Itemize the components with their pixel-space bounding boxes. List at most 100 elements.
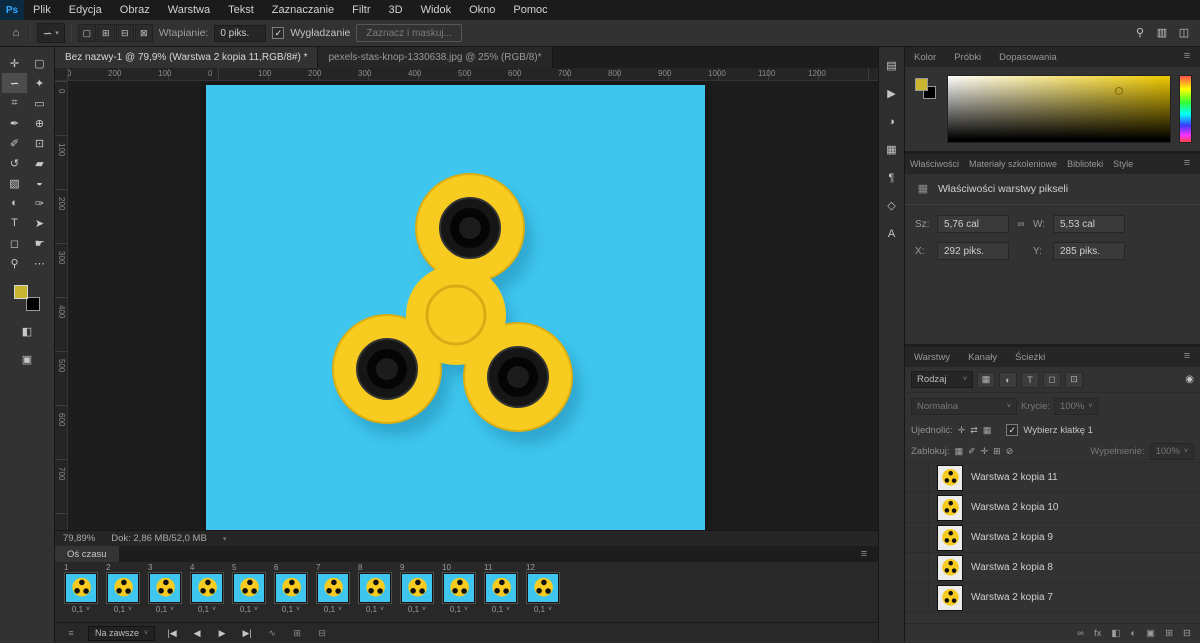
layer-effects-icon[interactable]: fx [1094, 628, 1101, 639]
blend-mode-select[interactable]: Normalna ˅ [911, 398, 1017, 415]
menu-item[interactable]: 3D [380, 0, 412, 20]
timeline-frame[interactable]: 10 0,1 ˅ [439, 563, 479, 622]
status-caret-icon[interactable]: ▾ [223, 535, 227, 543]
histogram-icon[interactable]: ▦ [884, 143, 900, 157]
menu-item[interactable]: Plik [24, 0, 60, 20]
actions-play-icon[interactable]: ▶ [884, 87, 900, 101]
layer-row[interactable]: Warstwa 2 kopia 11 [905, 463, 1200, 493]
menu-item[interactable]: Tekst [219, 0, 263, 20]
delete-frame-button[interactable]: ⊟ [314, 626, 330, 641]
history-brush-tool[interactable]: ↺ [2, 153, 27, 173]
layer-mask-icon[interactable]: ◧ [1111, 628, 1120, 639]
search-icon[interactable]: ⚲ [1132, 24, 1148, 42]
frame-duration-selector[interactable]: 0,1 ˅ [114, 603, 132, 616]
color-picker-marker[interactable] [1115, 87, 1123, 95]
crop-tool[interactable]: ⌗ [2, 93, 27, 113]
quick-selection-tool[interactable]: ✦ [27, 73, 52, 93]
frame-duration-selector[interactable]: 0,1 ˅ [366, 603, 384, 616]
menu-item[interactable]: Pomoc [504, 0, 556, 20]
layer-thumbnail[interactable] [937, 525, 963, 551]
adjustments-icon[interactable]: ◑ [884, 115, 900, 129]
frame-duration-selector[interactable]: 0,1 ˅ [72, 603, 90, 616]
menu-item[interactable]: Edycja [60, 0, 111, 20]
eraser-tool[interactable]: ▰ [27, 153, 52, 173]
frame-thumbnail[interactable] [527, 573, 559, 603]
document-image[interactable] [206, 85, 705, 530]
antialias-checkbox[interactable]: ✓ [272, 27, 284, 39]
saturation-brightness-field[interactable] [947, 75, 1171, 143]
new-selection-icon[interactable]: ▢ [78, 24, 96, 42]
zoom-tool[interactable]: ⚲ [2, 253, 27, 273]
marquee-tool[interactable]: ▢ [27, 53, 52, 73]
timeline-frame[interactable]: 11 0,1 ˅ [481, 563, 521, 622]
frame-thumbnail[interactable] [233, 573, 265, 603]
canvas-area[interactable]: 3002001000100200300400500600700800900100… [55, 68, 878, 530]
layer-group-icon[interactable]: ▣ [1146, 628, 1155, 639]
healing-brush-tool[interactable]: ⊕ [27, 113, 52, 133]
document-tab[interactable]: pexels-stas-knop-1330638.jpg @ 25% (RGB/… [318, 47, 552, 68]
height-field[interactable]: 5,53 cal [1053, 215, 1125, 233]
frame-duration-selector[interactable]: 0,1 ˅ [282, 603, 300, 616]
opacity-field[interactable]: 100% ˅ [1054, 398, 1098, 415]
filter-toggle-icon[interactable]: ◉ [1185, 374, 1194, 385]
move-tool[interactable]: ✛ [2, 53, 27, 73]
layout-icon[interactable]: ▥ [1154, 24, 1170, 42]
hand-tool[interactable]: ☛ [27, 233, 52, 253]
timeline-frame[interactable]: 6 0,1 ˅ [271, 563, 311, 622]
eyedropper-tool[interactable]: ✒ [2, 113, 27, 133]
new-layer-icon[interactable]: ⊞ [1165, 628, 1173, 639]
dodge-tool[interactable]: ◐ [2, 193, 27, 213]
timeline-frame[interactable]: 12 0,1 ˅ [523, 563, 563, 622]
filter-kind-select[interactable]: Rodzaj ˅ [911, 371, 973, 388]
layer-visibility-toggle[interactable] [905, 523, 929, 552]
frame-duration-selector[interactable]: 0,1 ˅ [156, 603, 174, 616]
home-icon[interactable]: ⌂ [8, 24, 24, 42]
panel-tab[interactable]: Próbki [945, 47, 990, 67]
frame-tool[interactable]: ▭ [27, 93, 52, 113]
frame-duration-selector[interactable]: 0,1 ˅ [450, 603, 468, 616]
frame-duration-selector[interactable]: 0,1 ˅ [492, 603, 510, 616]
select-and-mask-button[interactable]: Zaznacz i maskuj... [356, 24, 462, 42]
filter-shape-layers-icon[interactable]: ◻ [1043, 372, 1061, 388]
timeline-options-icon[interactable]: ≡ [63, 626, 79, 641]
timeline-tab[interactable]: Oś czasu [55, 546, 119, 562]
foreground-color-swatch[interactable] [14, 285, 28, 299]
blur-tool[interactable]: ◒ [27, 173, 52, 193]
tween-button[interactable]: ∿ [264, 626, 280, 641]
timeline-frame[interactable]: 9 0,1 ˅ [397, 563, 437, 622]
previous-frame-button[interactable]: ◀ [189, 626, 205, 641]
more-tools-button[interactable]: ⋯ [27, 253, 52, 273]
frame-duration-selector[interactable]: 0,1 ˅ [240, 603, 258, 616]
width-field[interactable]: 5,76 cal [937, 215, 1009, 233]
background-color-swatch[interactable] [26, 297, 40, 311]
lasso-tool[interactable]: ∽ [2, 73, 27, 93]
timeline-frame[interactable]: 1 0,1 ˅ [61, 563, 101, 622]
next-frame-button[interactable]: ▶| [239, 626, 255, 641]
layer-thumbnail[interactable] [937, 555, 963, 581]
screen-mode-button[interactable]: ▣ [15, 349, 40, 369]
character-panel-icon[interactable]: A [884, 227, 900, 241]
layer-visibility-toggle[interactable] [905, 553, 929, 582]
menu-item[interactable]: Filtr [343, 0, 379, 20]
propagate-frame-checkbox[interactable]: ✓ [1006, 424, 1018, 436]
unify-style-icon[interactable]: ▦ [983, 425, 992, 436]
layer-row[interactable]: Warstwa 2 kopia 7 [905, 583, 1200, 613]
menu-item[interactable]: Widok [412, 0, 461, 20]
timeline-frame[interactable]: 2 0,1 ˅ [103, 563, 143, 622]
layer-thumbnail[interactable] [937, 495, 963, 521]
paragraph-icon[interactable]: ¶ [884, 171, 900, 185]
zoom-level[interactable]: 79,89% [63, 533, 95, 544]
fill-field[interactable]: 100% ˅ [1150, 443, 1194, 460]
add-to-selection-icon[interactable]: ⊞ [97, 24, 115, 42]
layer-row[interactable]: Warstwa 2 kopia 10 [905, 493, 1200, 523]
quick-mask-button[interactable]: ◧ [15, 321, 40, 341]
layer-thumbnail[interactable] [937, 585, 963, 611]
duplicate-frame-button[interactable]: ⊞ [289, 626, 305, 641]
link-layers-icon[interactable]: ∞ [1077, 628, 1084, 639]
loop-count-select[interactable]: Na zawsze ˅ [88, 626, 155, 641]
path-selection-tool[interactable]: ➤ [27, 213, 52, 233]
delete-layer-icon[interactable]: ⊟ [1183, 628, 1191, 639]
menu-item[interactable]: Obraz [111, 0, 159, 20]
active-tool-indicator[interactable]: ∽ ▾ [37, 23, 65, 43]
frame-thumbnail[interactable] [401, 573, 433, 603]
